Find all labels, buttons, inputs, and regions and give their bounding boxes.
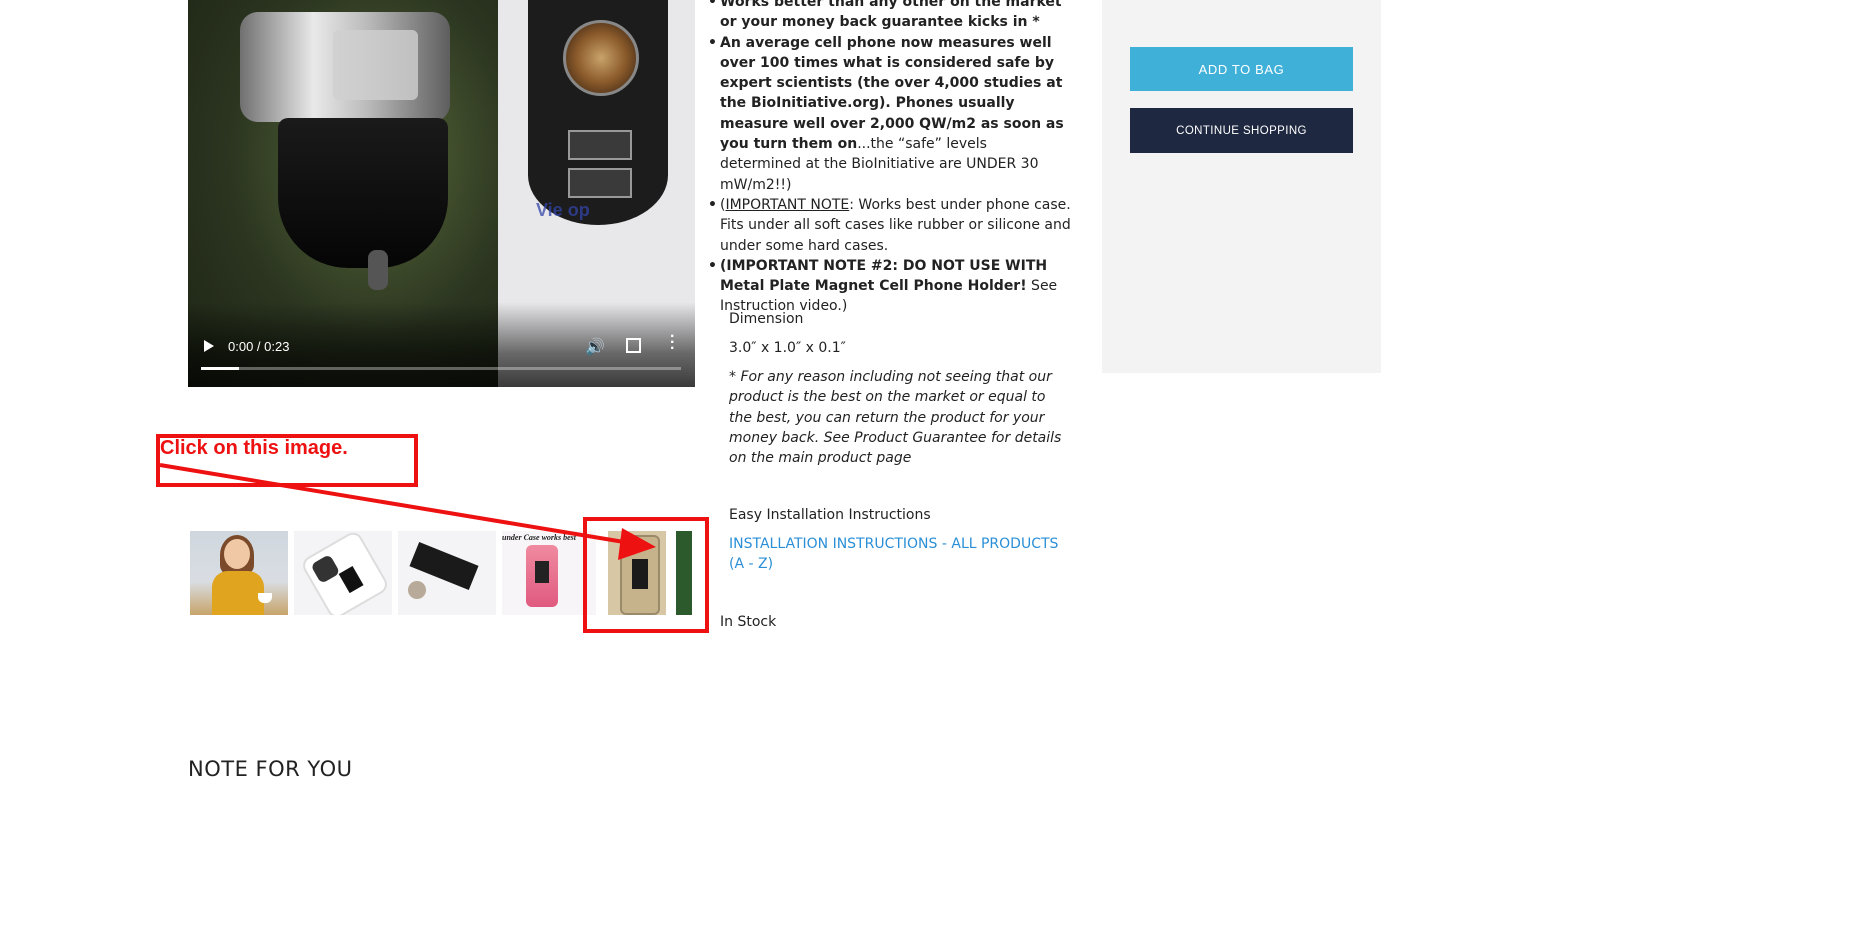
- add-to-bag-button[interactable]: ADD TO BAG: [1130, 47, 1353, 91]
- bullet-text-underlined: IMPORTANT NOTE: [725, 196, 850, 213]
- thumb-chip: [338, 566, 364, 594]
- thumb-camera: [310, 553, 341, 585]
- dimension-value: 3.0″ x 1.0″ x 0.1″: [729, 340, 846, 356]
- description-bullet: (IMPORTANT NOTE #2: DO NOT USE WITH Meta…: [708, 256, 1072, 317]
- thumb-phone: [526, 545, 558, 607]
- thumbnail-pink-case[interactable]: under Case works best: [502, 531, 596, 615]
- more-options-icon[interactable]: · · ·: [670, 329, 675, 357]
- thumbnail-chip-coin[interactable]: [398, 531, 496, 615]
- meter-usb-port: [568, 168, 632, 198]
- play-icon[interactable]: [204, 340, 214, 352]
- thumb-head: [224, 539, 250, 569]
- thumbnail-phone-back[interactable]: [294, 531, 392, 615]
- meter-usb-port: [568, 130, 632, 160]
- bullet-text-bold: (IMPORTANT NOTE #2: DO NOT USE WITH Meta…: [720, 257, 1048, 295]
- note-heading: NOTE FOR YOU: [188, 757, 353, 781]
- thumb-body: [212, 571, 264, 615]
- thumb-cup: [258, 593, 272, 603]
- video-device-tip: [368, 250, 388, 290]
- thumb-coin: [408, 581, 426, 599]
- video-device-plug: [278, 118, 448, 268]
- dimension-label: Dimension: [729, 311, 804, 327]
- description-list: Works better than any other on the marke…: [708, 0, 1072, 317]
- video-watermark: Vie op: [536, 200, 590, 220]
- continue-shopping-button[interactable]: CONTINUE SHOPPING: [1130, 108, 1353, 153]
- meter-lens: [563, 20, 639, 96]
- bullet-text-bold: An average cell phone now measures well …: [720, 34, 1064, 153]
- video-device-label: [333, 30, 418, 100]
- video-seek-progress: [201, 367, 239, 370]
- product-video[interactable]: Vie op 0:00 / 0:23 🔊 · · ·: [188, 0, 695, 387]
- description-bullet: Works better than any other on the marke…: [708, 0, 1072, 33]
- thumbnail-woman-phone[interactable]: [190, 531, 288, 615]
- volume-icon[interactable]: 🔊: [585, 337, 605, 357]
- video-seek-bar[interactable]: [201, 367, 681, 370]
- description-bullet: An average cell phone now measures well …: [708, 33, 1072, 195]
- installation-link[interactable]: INSTALLATION INSTRUCTIONS - ALL PRODUCTS…: [729, 534, 1069, 575]
- stock-status: In Stock: [720, 614, 777, 630]
- thumb-chip: [535, 561, 549, 583]
- annotation-target-box: [583, 517, 709, 633]
- fullscreen-icon[interactable]: [626, 338, 641, 353]
- video-meter-device: [528, 0, 668, 225]
- installation-heading: Easy Installation Instructions: [729, 507, 931, 523]
- guarantee-note: * For any reason including not seeing th…: [729, 369, 1062, 467]
- annotation-text: Click on this image.: [160, 437, 348, 459]
- thumb-caption: under Case works best: [502, 533, 577, 542]
- bullet-text: Works better than any other on the marke…: [720, 0, 1062, 31]
- thumb-phone: [299, 531, 391, 615]
- description-bullet: (IMPORTANT NOTE: Works best under phone …: [708, 195, 1072, 256]
- video-time: 0:00 / 0:23: [228, 339, 290, 354]
